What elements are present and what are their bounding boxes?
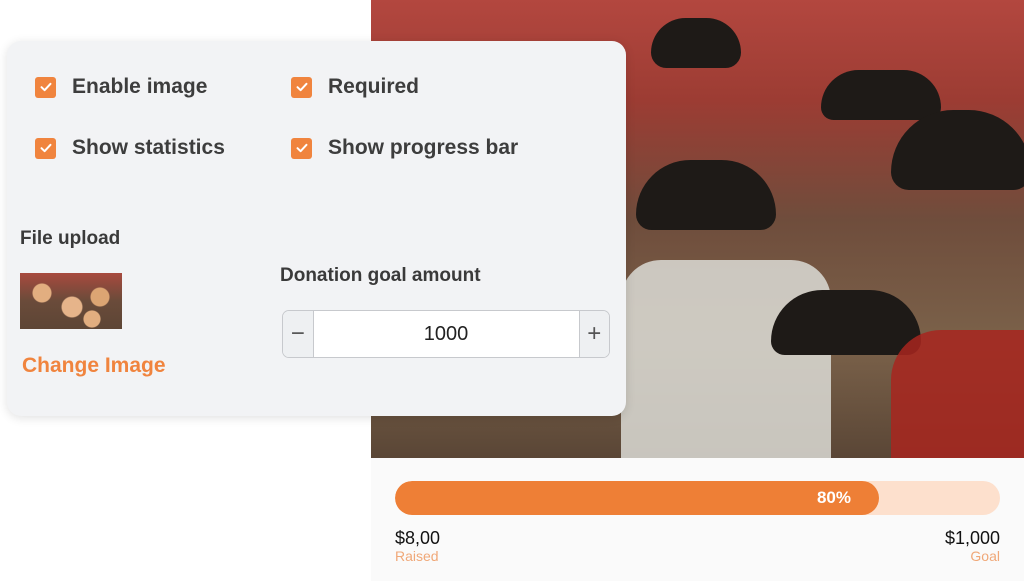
progress-percent-label: 80% xyxy=(816,488,851,507)
change-image-link[interactable]: Change Image xyxy=(22,354,166,378)
checkmark-icon xyxy=(291,137,312,159)
enable-image-checkbox[interactable]: Enable image xyxy=(35,75,207,99)
progress-track: 80% xyxy=(395,481,1000,515)
raised-label: Raised xyxy=(395,548,439,564)
checkmark-icon xyxy=(35,137,56,159)
checkmark-icon xyxy=(291,76,312,98)
donation-goal-stepper: − + xyxy=(282,310,610,358)
checkbox-label: Show progress bar xyxy=(328,136,519,159)
photo-detail xyxy=(636,160,776,230)
checkmark-icon xyxy=(35,76,56,98)
photo-detail xyxy=(771,290,921,355)
photo-detail xyxy=(621,260,831,458)
goal-amount: $1,000 xyxy=(944,528,1000,548)
progress-fill: 80% xyxy=(395,481,879,515)
goal-label: Goal xyxy=(970,548,1000,564)
checkbox-label: Enable image xyxy=(72,75,208,98)
settings-card: Enable image Required Show statistics Sh… xyxy=(7,41,626,416)
required-checkbox[interactable]: Required xyxy=(291,75,419,99)
photo-detail xyxy=(821,70,941,120)
file-upload-label: File upload xyxy=(20,228,121,249)
decrement-button[interactable]: − xyxy=(283,311,314,357)
image-thumbnail[interactable] xyxy=(20,273,122,329)
photo-detail xyxy=(891,330,1024,458)
increment-button[interactable]: + xyxy=(578,311,609,357)
donation-goal-label: Donation goal amount xyxy=(280,265,481,286)
donation-goal-input[interactable] xyxy=(313,311,579,357)
show-statistics-checkbox[interactable]: Show statistics xyxy=(35,136,225,160)
raised-amount: $8,00 xyxy=(395,528,441,548)
checkbox-label: Show statistics xyxy=(72,136,225,159)
checkbox-label: Required xyxy=(328,75,420,98)
photo-detail xyxy=(891,110,1024,190)
photo-detail xyxy=(651,18,741,68)
progress-panel: 80% $8,00 Raised $1,000 Goal xyxy=(371,458,1024,581)
show-progress-bar-checkbox[interactable]: Show progress bar xyxy=(291,136,518,160)
